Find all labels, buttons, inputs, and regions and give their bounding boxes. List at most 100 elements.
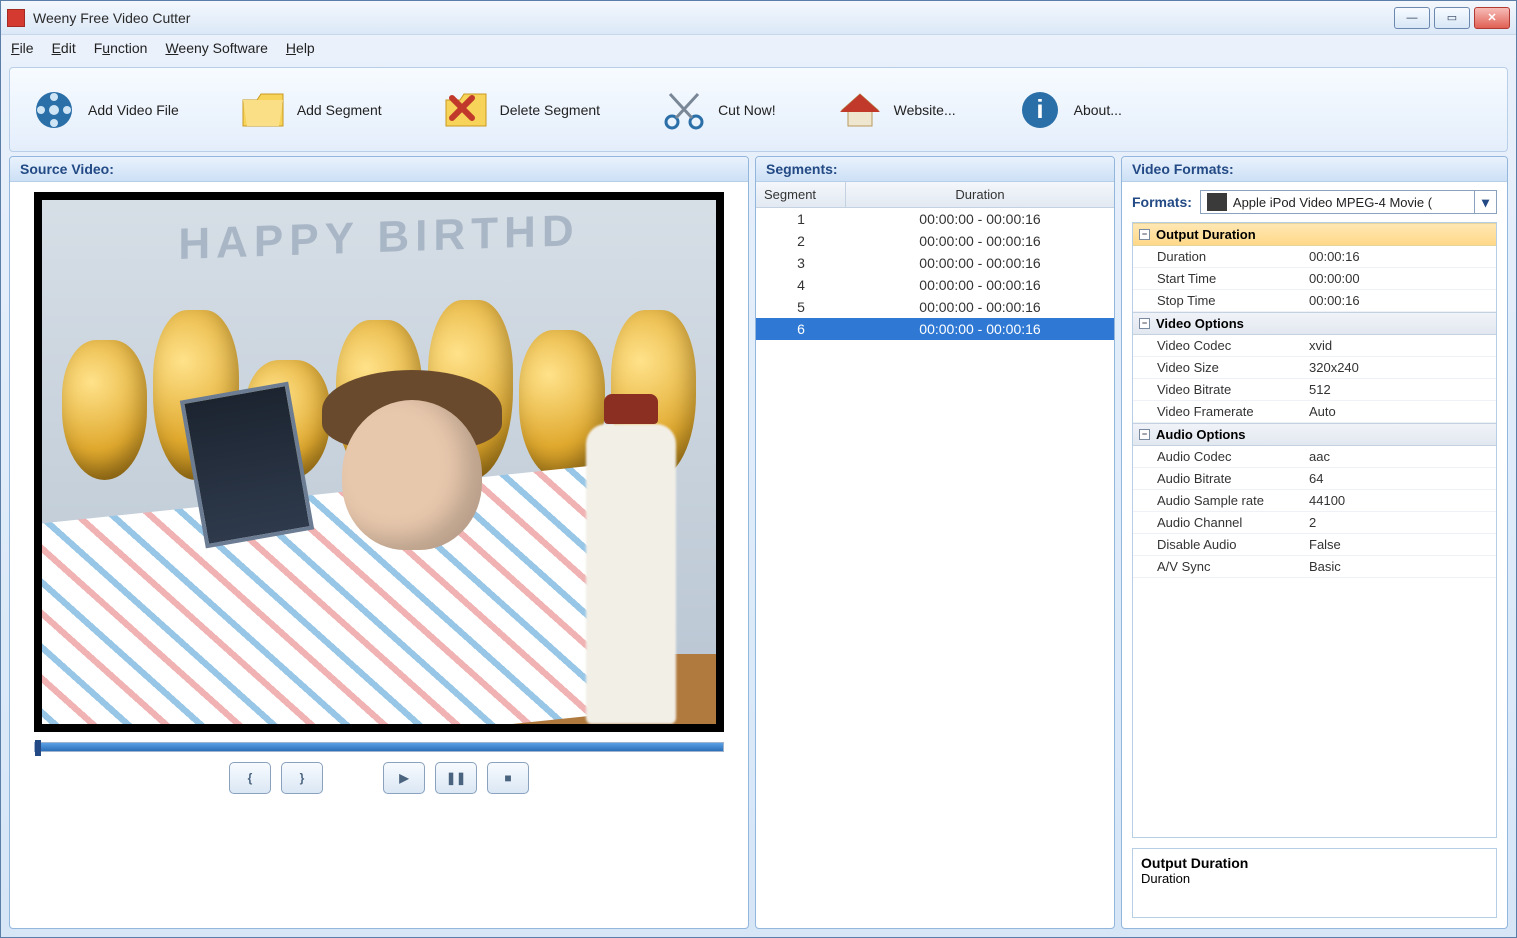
main-area: Source Video: HAPPY BIRTHD — [1, 156, 1516, 937]
prop-row[interactable]: Audio Sample rate44100 — [1133, 490, 1496, 512]
segment-id: 1 — [756, 208, 846, 230]
table-row[interactable]: 400:00:00 - 00:00:16 — [756, 274, 1114, 296]
segment-duration: 00:00:00 - 00:00:16 — [846, 318, 1114, 340]
prop-row[interactable]: Audio Bitrate64 — [1133, 468, 1496, 490]
prop-value: 00:00:16 — [1303, 246, 1496, 267]
group-audio-options[interactable]: − Audio Options — [1133, 423, 1496, 446]
dropdown-arrow-icon: ▾ — [1474, 191, 1496, 213]
collapse-icon[interactable]: − — [1139, 229, 1150, 240]
prop-key: Audio Codec — [1133, 446, 1303, 467]
prop-key: Audio Sample rate — [1133, 490, 1303, 511]
menu-function[interactable]: Function — [94, 40, 148, 56]
home-icon — [836, 86, 884, 134]
group-label: Video Options — [1156, 316, 1244, 331]
video-preview[interactable]: HAPPY BIRTHD — [34, 192, 724, 732]
prop-row[interactable]: Stop Time00:00:16 — [1133, 290, 1496, 312]
group-label: Output Duration — [1156, 227, 1256, 242]
prop-value: xvid — [1303, 335, 1496, 356]
seek-thumb[interactable] — [35, 740, 41, 756]
panel-header-segments: Segments: — [756, 157, 1114, 182]
segment-id: 2 — [756, 230, 846, 252]
prop-value: Auto — [1303, 401, 1496, 422]
about-button[interactable]: i About... — [1016, 86, 1122, 134]
prop-row[interactable]: Video Size320x240 — [1133, 357, 1496, 379]
prop-row[interactable]: Video Bitrate512 — [1133, 379, 1496, 401]
menu-file[interactable]: File — [11, 40, 34, 56]
film-reel-icon — [30, 86, 78, 134]
svg-text:i: i — [1036, 94, 1043, 124]
close-button[interactable]: ✕ — [1474, 7, 1510, 29]
segment-duration: 00:00:00 - 00:00:16 — [846, 252, 1114, 274]
pause-button[interactable]: ❚❚ — [435, 762, 477, 794]
group-video-options[interactable]: − Video Options — [1133, 312, 1496, 335]
prop-row[interactable]: Video Codecxvid — [1133, 335, 1496, 357]
toolbar-label: Website... — [894, 102, 956, 118]
bracket-close-icon: } — [300, 771, 305, 785]
website-button[interactable]: Website... — [836, 86, 956, 134]
collapse-icon[interactable]: − — [1139, 429, 1150, 440]
properties-grid: − Output Duration Duration00:00:16 Start… — [1132, 222, 1497, 838]
prop-row[interactable]: Duration00:00:16 — [1133, 246, 1496, 268]
prop-key: Disable Audio — [1133, 534, 1303, 555]
formats-bar: Formats: Apple iPod Video MPEG-4 Movie (… — [1122, 182, 1507, 222]
prop-value: Basic — [1303, 556, 1496, 577]
formats-selected-text: Apple iPod Video MPEG-4 Movie ( — [1233, 195, 1474, 210]
menubar: File Edit Function Weeny Software Help — [1, 35, 1516, 61]
prop-row[interactable]: Audio Channel2 — [1133, 512, 1496, 534]
prop-key: Video Size — [1133, 357, 1303, 378]
segment-id: 3 — [756, 252, 846, 274]
formats-dropdown[interactable]: Apple iPod Video MPEG-4 Movie ( ▾ — [1200, 190, 1497, 214]
maximize-icon: ▭ — [1447, 11, 1457, 24]
minimize-button[interactable]: — — [1394, 7, 1430, 29]
add-segment-button[interactable]: Add Segment — [239, 86, 382, 134]
menu-weeny-software[interactable]: Weeny Software — [165, 40, 267, 56]
play-button[interactable]: ▶ — [383, 762, 425, 794]
prop-value: 320x240 — [1303, 357, 1496, 378]
segment-duration: 00:00:00 - 00:00:16 — [846, 230, 1114, 252]
table-row[interactable]: 500:00:00 - 00:00:16 — [756, 296, 1114, 318]
mark-in-button[interactable]: { — [229, 762, 271, 794]
scissors-icon — [660, 86, 708, 134]
video-formats-panel: Video Formats: Formats: Apple iPod Video… — [1121, 156, 1508, 929]
segment-id: 5 — [756, 296, 846, 318]
col-duration[interactable]: Duration — [846, 182, 1114, 207]
table-row[interactable]: 200:00:00 - 00:00:16 — [756, 230, 1114, 252]
table-row[interactable]: 300:00:00 - 00:00:16 — [756, 252, 1114, 274]
prop-value: False — [1303, 534, 1496, 555]
description-detail: Duration — [1141, 871, 1488, 886]
mark-out-button[interactable]: } — [281, 762, 323, 794]
table-row[interactable]: 600:00:00 - 00:00:16 — [756, 318, 1114, 340]
delete-segment-button[interactable]: Delete Segment — [442, 86, 600, 134]
bracket-open-icon: { — [248, 771, 253, 785]
table-row[interactable]: 100:00:00 - 00:00:16 — [756, 208, 1114, 230]
seek-bar[interactable] — [34, 742, 724, 752]
prop-key: Audio Channel — [1133, 512, 1303, 533]
prop-row[interactable]: Audio Codecaac — [1133, 446, 1496, 468]
col-segment[interactable]: Segment — [756, 182, 846, 207]
stop-icon: ■ — [504, 771, 511, 785]
prop-row[interactable]: A/V SyncBasic — [1133, 556, 1496, 578]
collapse-icon[interactable]: − — [1139, 318, 1150, 329]
source-video-panel: Source Video: HAPPY BIRTHD — [9, 156, 749, 929]
segment-id: 6 — [756, 318, 846, 340]
stop-button[interactable]: ■ — [487, 762, 529, 794]
formats-label: Formats: — [1132, 194, 1192, 210]
play-icon: ▶ — [399, 771, 408, 785]
app-icon — [7, 9, 25, 27]
menu-help[interactable]: Help — [286, 40, 315, 56]
prop-row[interactable]: Video FramerateAuto — [1133, 401, 1496, 423]
panel-header-source: Source Video: — [10, 157, 748, 182]
group-output-duration[interactable]: − Output Duration — [1133, 223, 1496, 246]
segment-id: 4 — [756, 274, 846, 296]
prop-value: 00:00:00 — [1303, 268, 1496, 289]
menu-edit[interactable]: Edit — [52, 40, 76, 56]
panel-header-formats: Video Formats: — [1122, 157, 1507, 182]
prop-row[interactable]: Disable AudioFalse — [1133, 534, 1496, 556]
toolbar-label: Add Segment — [297, 102, 382, 118]
prop-row[interactable]: Start Time00:00:00 — [1133, 268, 1496, 290]
prop-value: 00:00:16 — [1303, 290, 1496, 311]
cut-now-button[interactable]: Cut Now! — [660, 86, 776, 134]
maximize-button[interactable]: ▭ — [1434, 7, 1470, 29]
add-video-file-button[interactable]: Add Video File — [30, 86, 179, 134]
video-scene: HAPPY BIRTHD — [42, 200, 716, 724]
